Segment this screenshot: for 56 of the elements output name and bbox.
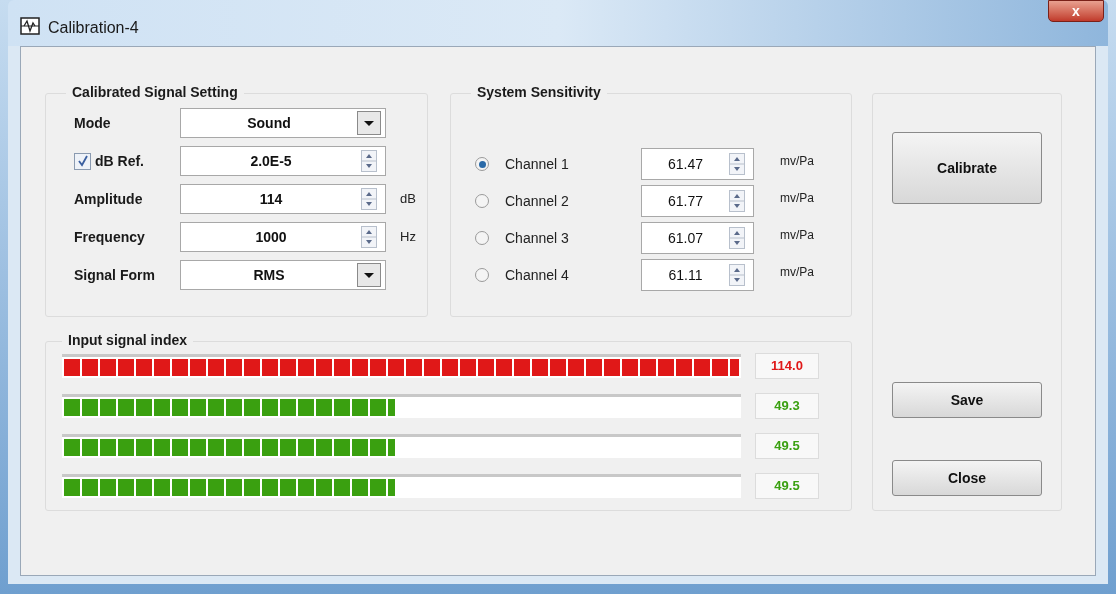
meter-reading: 49.5	[755, 473, 819, 499]
meter-reading: 49.3	[755, 393, 819, 419]
radio-button[interactable]	[475, 194, 489, 208]
field-value: Sound	[246, 113, 292, 133]
app-icon	[20, 17, 40, 35]
window-close-button[interactable]: x	[1048, 0, 1104, 22]
spin-field[interactable]: 61.11	[641, 259, 754, 291]
spin-arrows-icon[interactable]	[729, 153, 745, 175]
spin-field[interactable]: 61.77	[641, 185, 754, 217]
dropdown[interactable]: RMS	[180, 260, 386, 290]
field-label: Mode	[74, 113, 111, 133]
radio-button[interactable]	[475, 157, 489, 171]
check-icon	[76, 155, 89, 167]
unit-label: mv/Pa	[780, 264, 814, 281]
spin-field[interactable]: 1000	[180, 222, 386, 252]
close-dialog-button[interactable]: Close	[892, 460, 1042, 496]
channel-label: Channel 3	[505, 228, 570, 248]
field-value: 61.47	[666, 154, 704, 174]
window-title: Calibration-4	[48, 18, 139, 38]
channel-label: Channel 1	[505, 154, 570, 174]
spin-field[interactable]: 61.07	[641, 222, 754, 254]
spin-field[interactable]: 114	[180, 184, 386, 214]
field-value: 61.07	[666, 228, 704, 248]
calibrate-button[interactable]: Calibrate	[892, 132, 1042, 204]
meter-reading: 114.0	[755, 353, 819, 379]
unit-label: mv/Pa	[780, 190, 814, 207]
field-value: RMS	[252, 265, 286, 285]
spin-arrows-icon[interactable]	[361, 150, 377, 172]
field-label: dB Ref.	[95, 151, 144, 171]
dropdown[interactable]: Sound	[180, 108, 386, 138]
field-value: 2.0E-5	[249, 151, 293, 171]
checkbox[interactable]	[74, 152, 91, 170]
save-button[interactable]: Save	[892, 382, 1042, 418]
field-value: 61.77	[666, 191, 704, 211]
spin-arrows-icon[interactable]	[729, 264, 745, 286]
unit-label: Hz	[400, 228, 416, 247]
spin-arrows-icon[interactable]	[361, 188, 377, 210]
spin-arrows-icon[interactable]	[361, 226, 377, 248]
spin-arrows-icon[interactable]	[729, 227, 745, 249]
field-label: Amplitude	[74, 189, 143, 209]
field-value: 61.11	[667, 265, 704, 285]
meter-reading: 49.5	[755, 433, 819, 459]
radio-button[interactable]	[475, 231, 489, 245]
radio-button[interactable]	[475, 268, 489, 282]
spin-field[interactable]: 2.0E-5	[180, 146, 386, 176]
spin-field[interactable]: 61.47	[641, 148, 754, 180]
field-value: 1000	[254, 227, 288, 247]
field-label: Frequency	[74, 227, 145, 247]
spin-arrows-icon[interactable]	[729, 190, 745, 212]
channel-label: Channel 2	[505, 191, 570, 211]
unit-label: mv/Pa	[780, 227, 814, 244]
unit-label: dB	[400, 190, 416, 209]
unit-label: mv/Pa	[780, 153, 814, 170]
channel-label: Channel 4	[505, 265, 570, 285]
field-value: 114	[258, 189, 284, 209]
field-label: Signal Form	[74, 265, 155, 285]
